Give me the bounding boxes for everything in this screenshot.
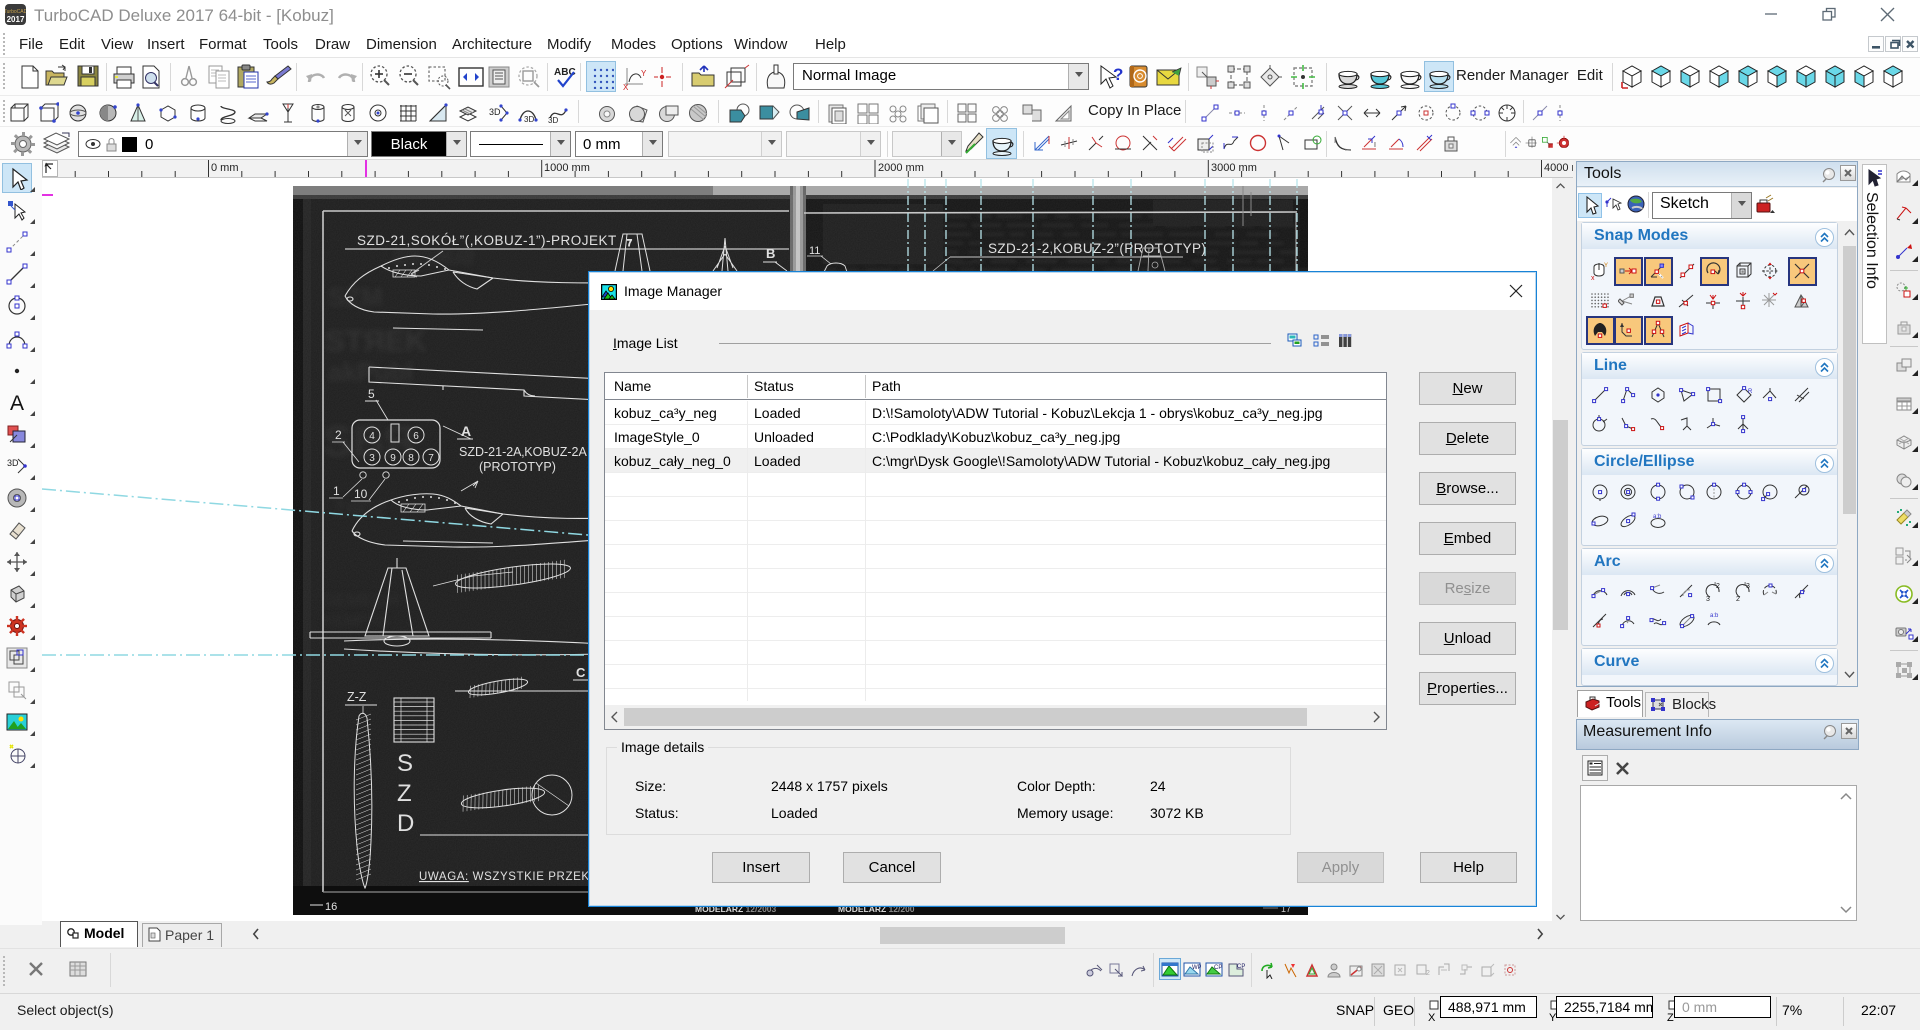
svg-text:Y: Y <box>641 69 647 78</box>
svg-text:a:b: a:b <box>1653 514 1662 520</box>
svg-text:R: R <box>1748 389 1753 395</box>
svg-text:CP: CP <box>1214 965 1222 971</box>
svg-text:I: I <box>1374 142 1376 149</box>
svg-text:CP: CP <box>1237 964 1245 970</box>
svg-text:3D: 3D <box>7 458 19 468</box>
svg-text:Z: Z <box>1667 1012 1674 1022</box>
svg-text:Y: Y <box>1604 263 1608 269</box>
svg-text:1: 1 <box>1743 582 1747 588</box>
svg-text:2: 2 <box>1736 596 1740 602</box>
svg-text:3D: 3D <box>548 116 558 124</box>
svg-text:X: X <box>623 83 629 90</box>
svg-text:2017: 2017 <box>7 15 25 24</box>
svg-text:a:b: a:b <box>1710 613 1719 619</box>
svg-text:3D: 3D <box>489 107 501 117</box>
svg-text:3: 3 <box>1706 596 1710 602</box>
svg-text:A: A <box>10 392 24 414</box>
svg-text:X: X <box>1428 1012 1436 1022</box>
svg-text:x: x <box>1591 275 1595 281</box>
svg-text:1: 1 <box>1713 582 1717 588</box>
svg-text:?: ? <box>1113 65 1123 84</box>
svg-text:3D: 3D <box>524 115 534 124</box>
svg-text:WP: WP <box>1192 965 1201 971</box>
svg-text:2: 2 <box>1426 970 1430 977</box>
